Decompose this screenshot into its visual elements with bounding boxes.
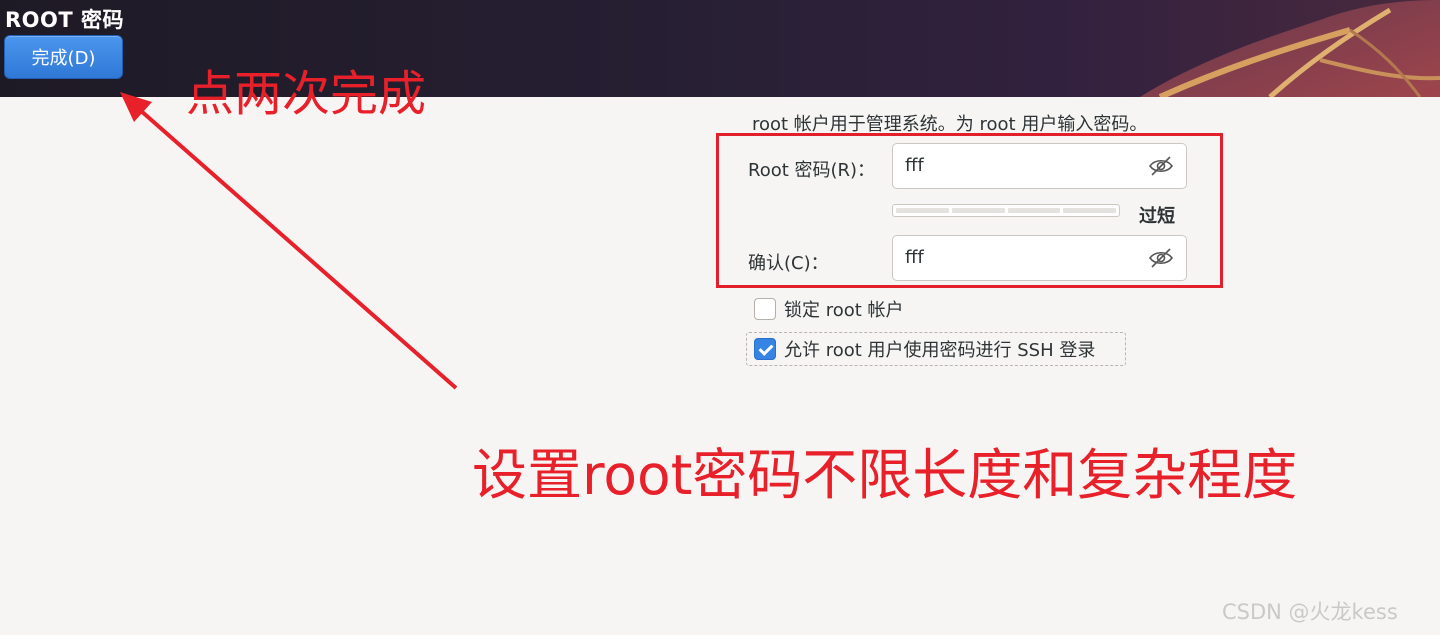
allow-ssh-checkbox-row[interactable]: 允许 root 用户使用密码进行 SSH 登录 (746, 332, 1126, 366)
eye-hidden-icon[interactable] (1148, 155, 1174, 177)
confirm-password-field[interactable]: fff (892, 235, 1187, 281)
confirm-label: 确认(C)： (748, 253, 829, 274)
annotation-note: 设置root密码不限长度和复杂程度 (472, 443, 1298, 507)
lock-root-label: 锁定 root 帐户 (784, 300, 904, 321)
allow-ssh-label: 允许 root 用户使用密码进行 SSH 登录 (784, 340, 1096, 361)
allow-ssh-checkbox[interactable] (754, 338, 776, 360)
lock-root-checkbox-row[interactable]: 锁定 root 帐户 (754, 296, 904, 322)
password-strength-label: 过短 (1139, 206, 1175, 227)
page-title: ROOT 密码 (5, 8, 125, 32)
confirm-password-value: fff (905, 247, 924, 268)
root-password-field[interactable]: fff (892, 143, 1187, 189)
done-button[interactable]: 完成(D) (4, 35, 123, 79)
password-label: Root 密码(R)： (748, 160, 876, 181)
lock-root-checkbox[interactable] (754, 298, 776, 320)
watermark: CSDN @火龙kess (1222, 600, 1398, 624)
background-artwork (1140, 0, 1440, 97)
eye-hidden-icon[interactable] (1148, 247, 1174, 269)
annotation-click-twice: 点两次完成 (186, 66, 427, 122)
root-password-value: fff (905, 155, 924, 176)
password-strength-bar (892, 204, 1120, 217)
